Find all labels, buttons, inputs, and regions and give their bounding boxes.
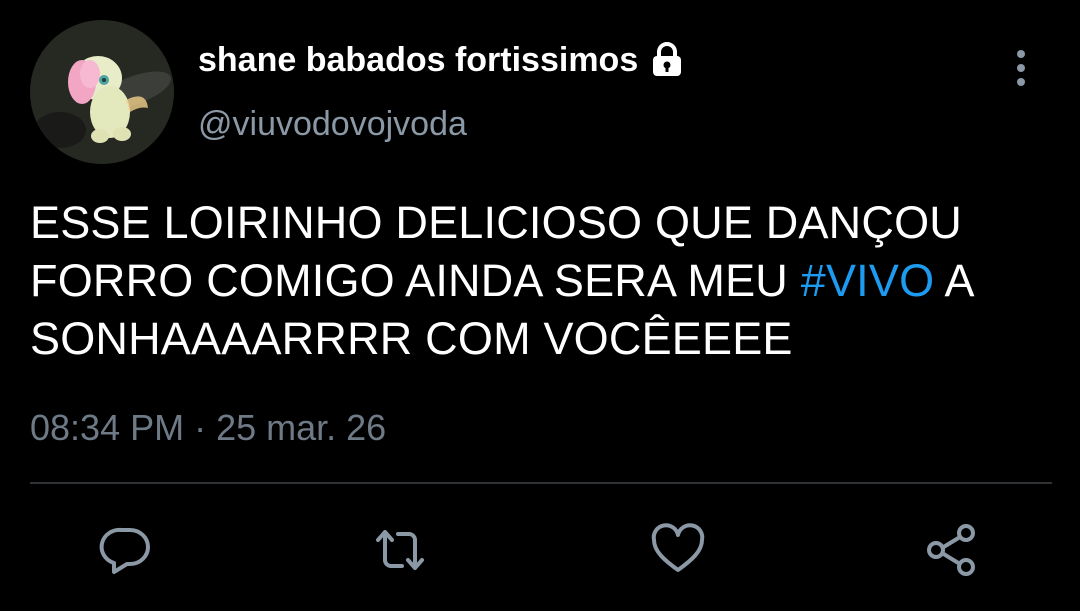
reply-icon — [99, 527, 150, 574]
tweet-text-line-1: ESSE LOIRINHO DELICIOSO QUE DANÇOU — [30, 197, 962, 248]
reply-button[interactable] — [98, 522, 154, 578]
display-name-text: shane babados fortissimos — [198, 41, 639, 79]
more-vertical-icon — [1017, 50, 1025, 86]
share-button[interactable] — [924, 522, 980, 578]
like-button[interactable] — [650, 522, 706, 578]
lock-icon — [648, 41, 686, 79]
avatar[interactable] — [30, 20, 174, 164]
more-options-button[interactable] — [1004, 46, 1038, 90]
tweet-text-line-2-end: A — [934, 255, 975, 306]
tweet-text-line-3: SONHAAAARRRR COM VOCÊEEEE — [30, 313, 793, 364]
tweet-text: ESSE LOIRINHO DELICIOSO QUE DANÇOU FORRO… — [30, 194, 1040, 368]
divider — [30, 482, 1052, 484]
heart-icon — [651, 523, 705, 572]
share-icon — [927, 524, 975, 576]
plush-toy-avatar — [30, 20, 174, 164]
retweet-icon — [376, 530, 424, 570]
tweet-timestamp[interactable]: 08:34 PM · 25 mar. 26 — [30, 406, 386, 450]
author-display-name[interactable]: shane babados fortissimos — [198, 40, 686, 80]
author-handle[interactable]: @viuvodovojvoda — [198, 104, 467, 144]
tweet-text-line-2: FORRO COMIGO AINDA SERA MEU — [30, 255, 801, 306]
retweet-button[interactable] — [372, 522, 428, 578]
hashtag-link[interactable]: #VIVO — [801, 255, 935, 306]
